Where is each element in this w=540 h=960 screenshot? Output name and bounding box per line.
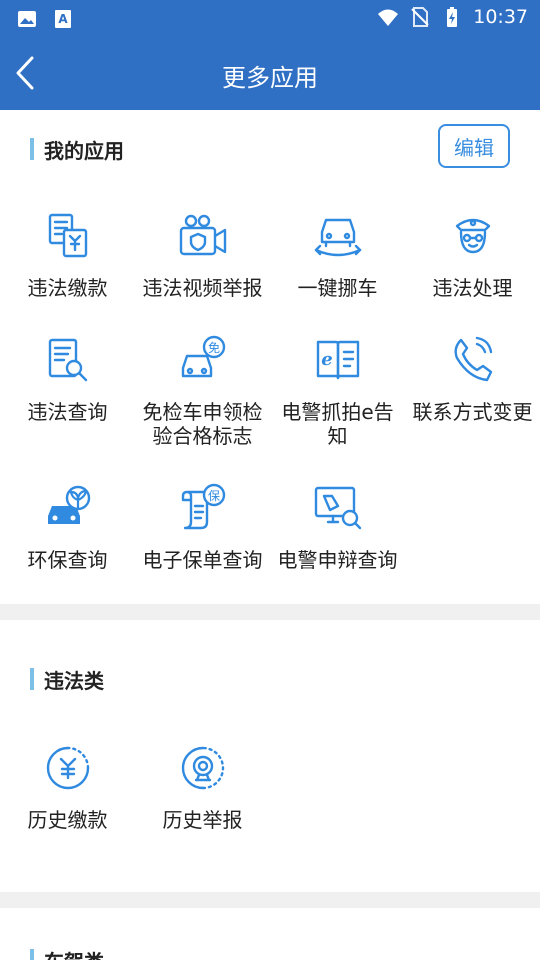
app-violation-handling[interactable]: 违法处理 bbox=[405, 210, 540, 300]
heading-bar bbox=[30, 668, 34, 690]
page-title: 更多应用 bbox=[222, 64, 318, 92]
app-label: 环保查询 bbox=[27, 548, 108, 572]
violations-section: 违法类 历史缴款 历史举报 bbox=[0, 620, 540, 892]
my-apps-heading: 我的应用 bbox=[30, 137, 124, 163]
edit-button[interactable]: 编辑 bbox=[438, 124, 510, 168]
app-history-payment[interactable]: 历史缴款 bbox=[0, 742, 135, 832]
app-violation-query[interactable]: 违法查询 bbox=[0, 334, 135, 424]
app-label: 一键挪车 bbox=[297, 276, 378, 300]
app-label: 违法视频举报 bbox=[142, 276, 263, 300]
app-label: 联系方式变更 bbox=[412, 400, 533, 424]
font-icon: A bbox=[55, 10, 71, 28]
clock: 10:37 bbox=[473, 6, 528, 28]
app-label: 免检车申领检验合格标志 bbox=[142, 400, 263, 448]
video-report-icon bbox=[179, 214, 226, 256]
app-eco-query[interactable]: 环保查询 bbox=[0, 482, 135, 572]
my-apps-section: 我的应用 编辑 违法缴款 违法视频举报 一键挪车 违法处理 违法查询 免 免检车… bbox=[0, 110, 540, 604]
app-label: 违法处理 bbox=[432, 276, 513, 300]
wifi-icon bbox=[378, 9, 399, 26]
insurance-query-icon: 保 bbox=[181, 483, 225, 530]
app-contact-change[interactable]: 联系方式变更 bbox=[405, 334, 540, 424]
violations-heading: 违法类 bbox=[30, 667, 104, 693]
app-insurance-query[interactable]: 保 电子保单查询 bbox=[135, 482, 270, 572]
gallery-icon bbox=[18, 11, 36, 27]
app-e-notify[interactable]: e 电警抓拍e告知 bbox=[270, 334, 405, 448]
violation-payment-icon bbox=[48, 213, 87, 258]
e-notify-icon: e bbox=[316, 340, 359, 380]
violation-query-icon bbox=[48, 338, 87, 382]
history-payment-icon bbox=[46, 746, 89, 790]
app-label: 历史举报 bbox=[162, 808, 243, 832]
appeal-query-icon bbox=[314, 486, 361, 530]
history-report-icon bbox=[181, 746, 224, 790]
battery-icon bbox=[447, 7, 458, 27]
heading-bar bbox=[30, 949, 34, 960]
svg-text:e: e bbox=[321, 349, 332, 370]
app-label: 违法查询 bbox=[27, 400, 108, 424]
app-label: 历史缴款 bbox=[27, 808, 108, 832]
violations-title: 违法类 bbox=[44, 668, 104, 693]
app-label: 电警申辩查询 bbox=[277, 548, 398, 572]
app-move-car[interactable]: 一键挪车 bbox=[270, 210, 405, 300]
svg-text:免: 免 bbox=[207, 340, 219, 355]
move-car-icon bbox=[314, 218, 361, 257]
app-label: 违法缴款 bbox=[27, 276, 108, 300]
section-divider bbox=[0, 604, 540, 620]
exempt-car-icon: 免 bbox=[181, 335, 225, 378]
section-divider bbox=[0, 892, 540, 908]
app-history-report[interactable]: 历史举报 bbox=[135, 742, 270, 832]
status-bar: A 10:37 bbox=[0, 0, 540, 36]
heading-bar bbox=[30, 138, 34, 160]
app-appeal-query[interactable]: 电警申辩查询 bbox=[270, 482, 405, 572]
app-video-report[interactable]: 违法视频举报 bbox=[135, 210, 270, 300]
vehicle-license-heading: 车驾类 bbox=[30, 948, 104, 960]
phone-change-icon bbox=[453, 336, 492, 382]
svg-text:保: 保 bbox=[207, 489, 219, 503]
no-sim-icon bbox=[411, 7, 429, 27]
police-icon bbox=[455, 218, 490, 254]
app-bar: 更多应用 bbox=[0, 36, 540, 110]
app-label: 电警抓拍e告知 bbox=[281, 400, 394, 448]
app-exempt-car[interactable]: 免 免检车申领检验合格标志 bbox=[135, 334, 270, 448]
eco-query-icon bbox=[47, 485, 90, 524]
app-violation-payment[interactable]: 违法缴款 bbox=[0, 210, 135, 300]
vehicle-license-section: 车驾类 bbox=[0, 908, 540, 960]
my-apps-title: 我的应用 bbox=[44, 138, 124, 163]
app-label: 电子保单查询 bbox=[142, 548, 263, 572]
svg-text:A: A bbox=[58, 12, 68, 26]
vehicle-license-title: 车驾类 bbox=[44, 946, 104, 960]
